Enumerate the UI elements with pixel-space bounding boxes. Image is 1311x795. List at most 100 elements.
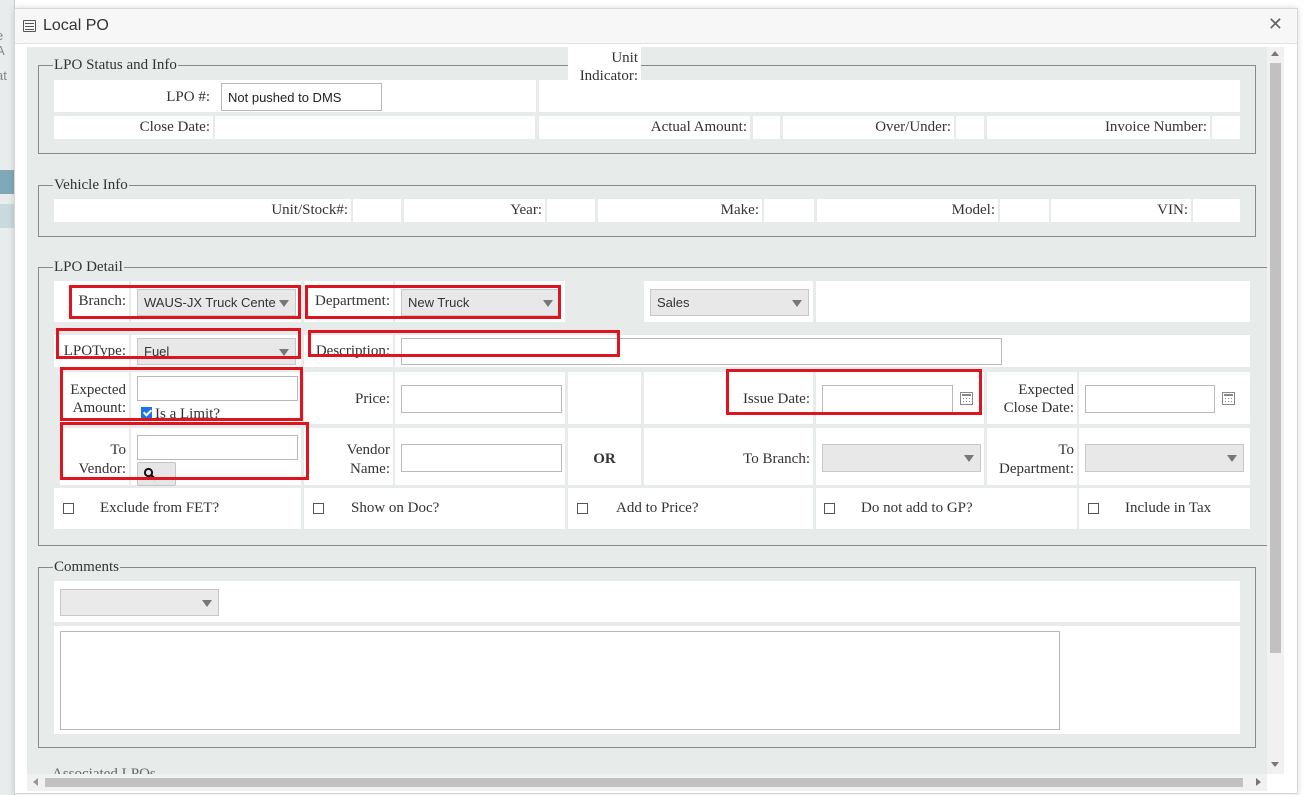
or-label: OR xyxy=(593,451,616,467)
vertical-scrollbar[interactable] xyxy=(1267,47,1284,774)
lpo-detail-legend: LPO Detail xyxy=(54,259,123,275)
close-icon[interactable]: ✕ xyxy=(1268,14,1283,35)
add-to-price-checkbox[interactable] xyxy=(577,503,588,514)
dropdown-arrow-icon xyxy=(792,300,802,307)
scroll-up-icon[interactable] xyxy=(1271,51,1279,56)
year-value xyxy=(547,199,595,222)
vendor-name-label-cell: Vendor Name: xyxy=(304,428,393,485)
unit-indicator-label-1: Unit xyxy=(611,50,638,66)
dropdown-arrow-icon xyxy=(1227,455,1237,462)
lpo-status-legend: LPO Status and Info xyxy=(54,57,177,73)
close-date-label: Close Date: xyxy=(139,119,210,135)
price-label-cell: Price: xyxy=(304,372,393,424)
include-in-tax-checkbox[interactable] xyxy=(1088,503,1099,514)
highlight-expected-amount xyxy=(60,367,303,421)
to-branch-label-cell: To Branch: xyxy=(644,428,813,485)
scroll-down-icon[interactable] xyxy=(1271,762,1279,767)
comments-textarea[interactable] xyxy=(60,631,1060,730)
show-on-doc-label: Show on Doc? xyxy=(351,500,440,516)
vin-label: VIN: xyxy=(1157,202,1188,218)
include-in-tax-label: Include in Tax xyxy=(1125,500,1212,516)
background-button xyxy=(0,170,14,194)
over-under-value xyxy=(956,116,984,139)
or-cell: OR xyxy=(568,428,641,485)
window-icon xyxy=(23,20,36,32)
model-label-cell: Model: xyxy=(817,199,998,222)
invoice-number-label-cell: Invoice Number: xyxy=(987,116,1210,139)
to-branch-cell xyxy=(816,428,984,485)
expected-close-label-1: Expected xyxy=(1018,382,1074,398)
expected-close-input[interactable] xyxy=(1085,385,1215,413)
exclude-fet-checkbox[interactable] xyxy=(63,503,74,514)
show-on-doc-checkbox[interactable] xyxy=(313,503,324,514)
year-label-cell: Year: xyxy=(404,199,545,222)
include-in-tax-cell: Include in Tax xyxy=(1079,488,1250,529)
vendor-name-label-1: Vendor xyxy=(346,442,390,458)
highlight-to-vendor xyxy=(60,422,309,480)
vendor-name-input[interactable] xyxy=(401,444,562,472)
vin-value xyxy=(1193,199,1240,222)
model-label: Model: xyxy=(951,202,995,218)
highlight-lpotype xyxy=(56,328,301,359)
horizontal-scrollbar[interactable] xyxy=(27,774,1267,791)
comments-select-cell xyxy=(54,581,1240,622)
background-text-fragment: at xyxy=(0,68,7,83)
background-button xyxy=(0,204,14,228)
dialog-title: Local PO xyxy=(43,17,109,34)
add-to-price-label: Add to Price? xyxy=(616,500,699,516)
show-on-doc-cell: Show on Doc? xyxy=(304,488,565,529)
price-label: Price: xyxy=(355,391,390,407)
dropdown-arrow-icon xyxy=(964,455,974,462)
dropdown-arrow-icon xyxy=(202,600,212,607)
invoice-number-value xyxy=(1212,116,1240,139)
unit-stock-label: Unit/Stock#: xyxy=(271,202,348,218)
expected-close-label-2: Close Date: xyxy=(1003,400,1074,416)
lpo-number-field[interactable]: Not pushed to DMS xyxy=(221,83,382,111)
unit-indicator-label-cell: Unit Indicator: xyxy=(568,47,641,88)
lpo-number-cell: LPO #: Not pushed to DMS xyxy=(54,80,536,112)
actual-amount-label-cell: Actual Amount: xyxy=(539,116,750,139)
do-not-add-gp-checkbox[interactable] xyxy=(824,503,835,514)
dialog-titlebar[interactable]: Local PO ✕ xyxy=(15,9,1297,44)
background-app-strip: e A at xyxy=(0,0,15,795)
actual-amount-value xyxy=(753,116,780,139)
year-label: Year: xyxy=(510,202,542,218)
price-input[interactable] xyxy=(401,385,562,413)
to-department-label-cell: To Department: xyxy=(987,428,1077,485)
vertical-scroll-thumb[interactable] xyxy=(1270,63,1281,653)
to-department-select[interactable] xyxy=(1085,444,1244,472)
to-branch-select[interactable] xyxy=(822,444,981,472)
invoice-number-label: Invoice Number: xyxy=(1104,119,1207,135)
calendar-icon[interactable] xyxy=(1222,392,1235,405)
over-under-label: Over/Under: xyxy=(875,119,951,135)
row1-spacer-cell xyxy=(816,281,1250,322)
expected-close-label-cell: Expected Close Date: xyxy=(987,372,1077,424)
unit-indicator-select[interactable]: Sales xyxy=(650,289,809,316)
close-date-value xyxy=(215,116,535,139)
lpo-number-label: LPO #: xyxy=(166,89,210,105)
close-date-label-cell: Close Date: xyxy=(54,116,213,139)
scroll-left-icon[interactable] xyxy=(33,778,38,786)
highlight-issue-date xyxy=(726,369,982,415)
model-value xyxy=(1000,199,1049,222)
comments-select[interactable] xyxy=(60,589,219,616)
background-text-fragment: e A xyxy=(0,28,5,58)
to-department-label-2: Department: xyxy=(999,461,1074,477)
comments-legend: Comments xyxy=(54,559,120,575)
exclude-fet-label: Exclude from FET? xyxy=(100,500,220,516)
vin-label-cell: VIN: xyxy=(1051,199,1191,222)
unit-stock-label-cell: Unit/Stock#: xyxy=(54,199,351,222)
vendor-name-label-2: Name: xyxy=(350,461,390,477)
make-value xyxy=(764,199,814,222)
price-cell xyxy=(395,372,565,424)
make-label: Make: xyxy=(720,202,759,218)
highlight-branch xyxy=(69,285,301,319)
unit-indicator-cell: Sales xyxy=(644,281,813,322)
scroll-right-icon[interactable] xyxy=(1256,778,1261,786)
do-not-add-gp-label: Do not add to GP? xyxy=(861,500,973,516)
dialog-content: LPO Status and Info LPO #: Not pushed to… xyxy=(27,47,1267,774)
add-to-price-cell: Add to Price? xyxy=(568,488,813,529)
horizontal-scroll-thumb[interactable] xyxy=(45,778,1243,787)
local-po-dialog: Local PO ✕ LPO Status and Info LPO #: No… xyxy=(14,8,1298,794)
do-not-add-gp-cell: Do not add to GP? xyxy=(816,488,1077,529)
